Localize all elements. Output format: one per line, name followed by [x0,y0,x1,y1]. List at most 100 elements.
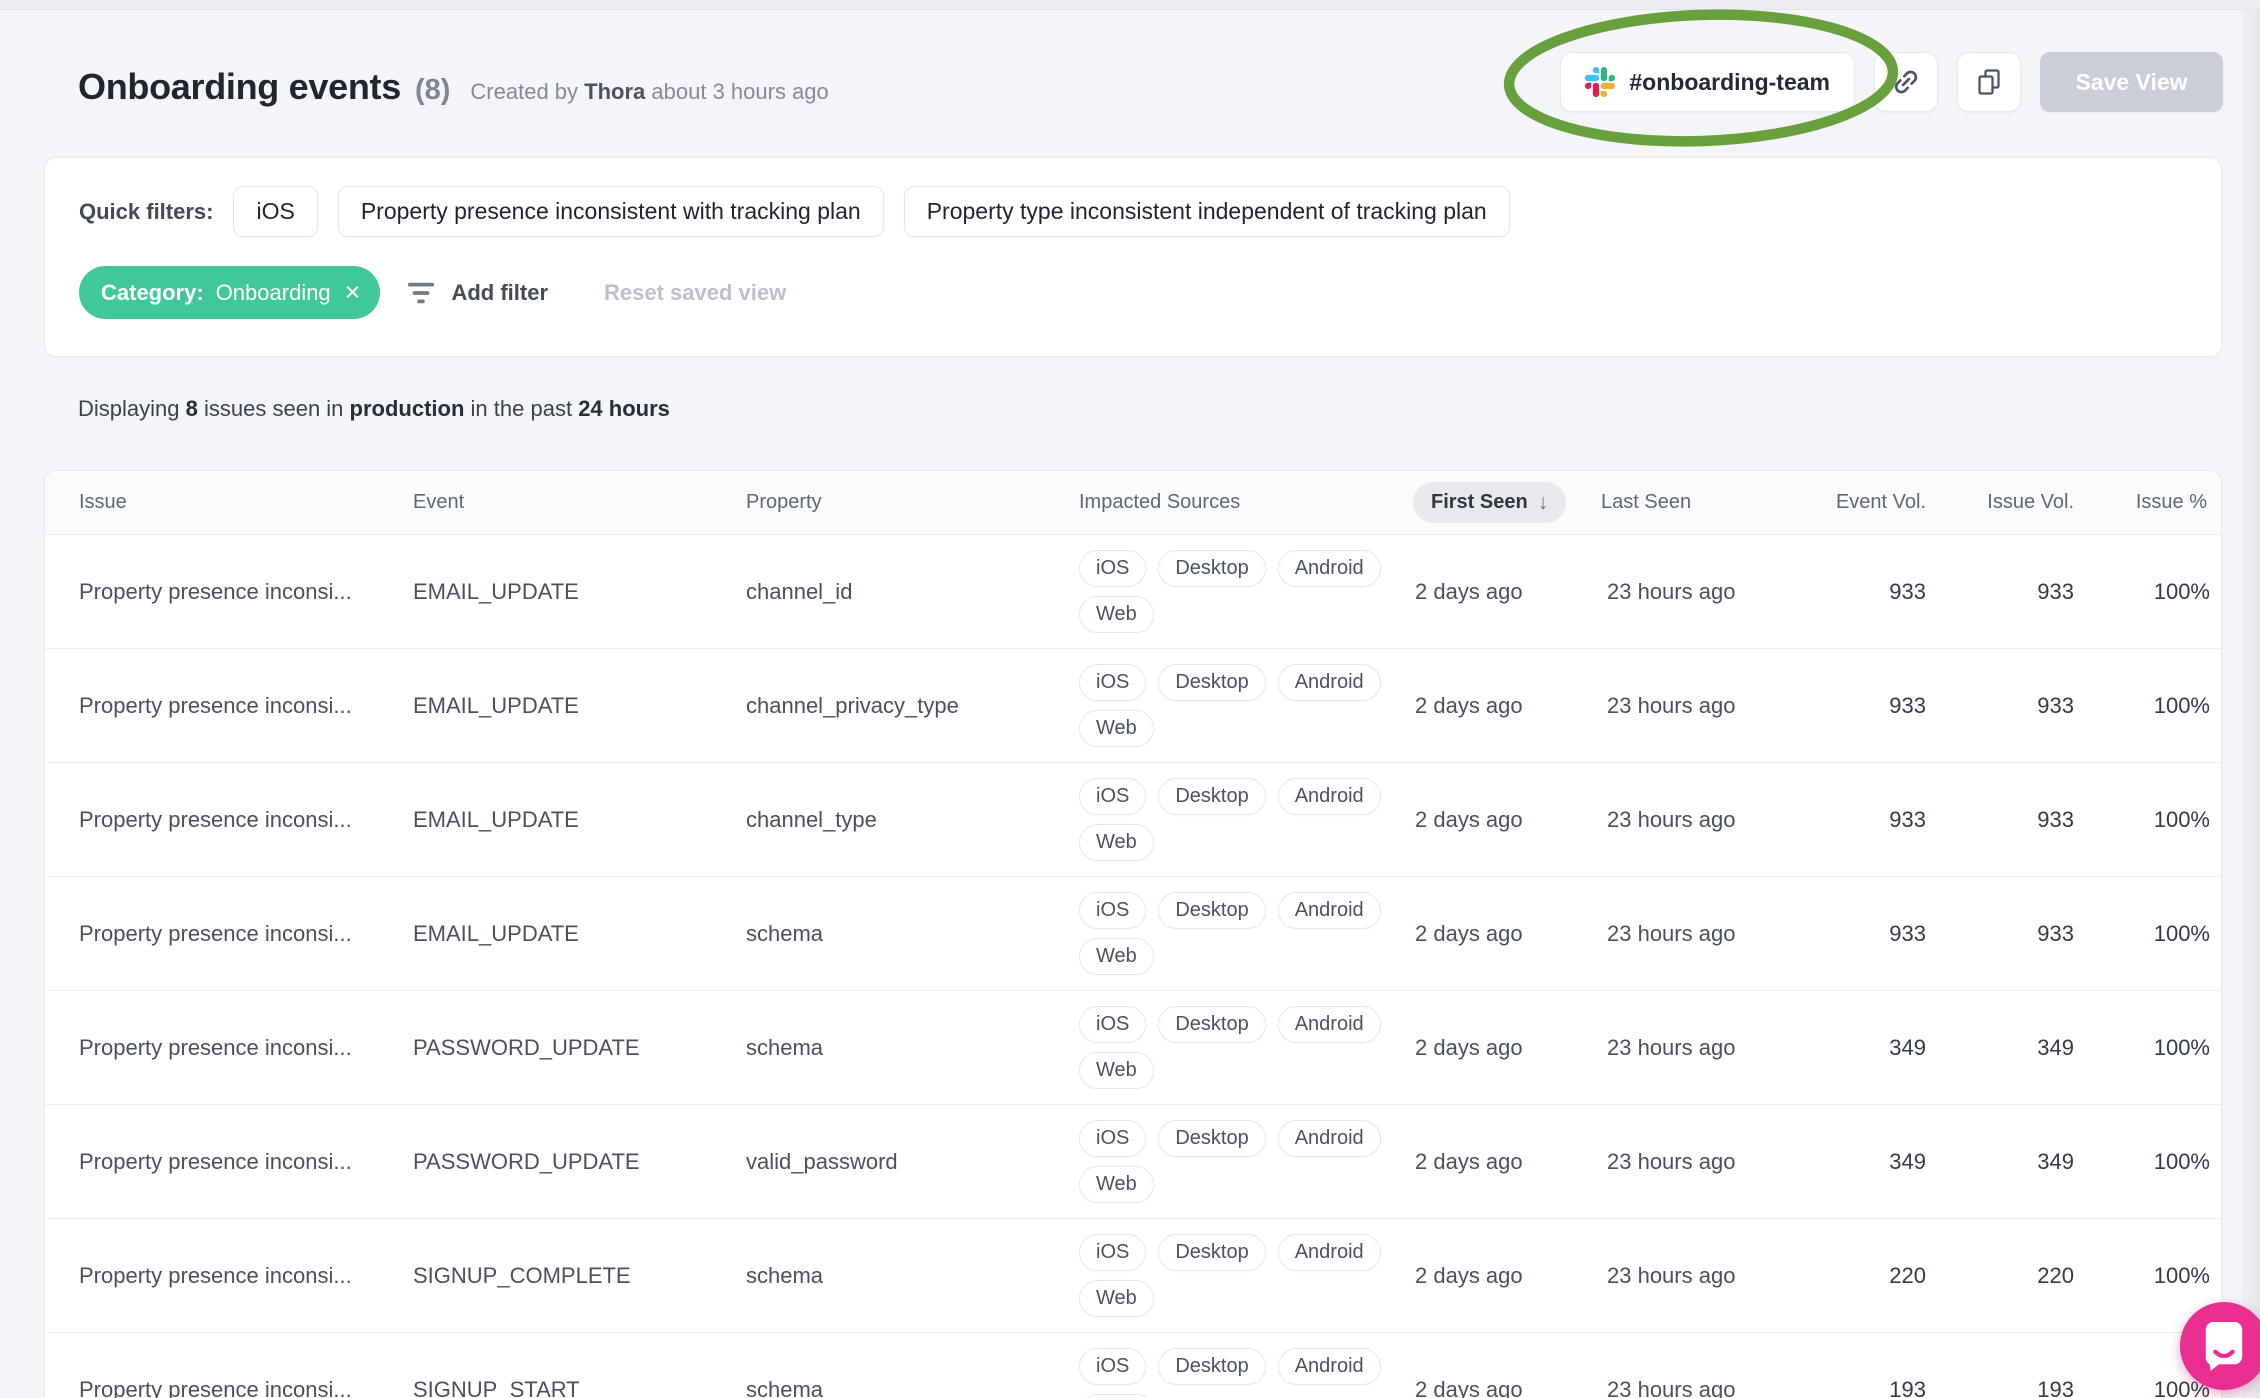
source-pill-web: Web [1079,938,1154,975]
column-header-first-seen: First Seen ↓ [1409,482,1601,523]
reset-saved-view-button[interactable]: Reset saved view [604,280,786,306]
table-header-row: Issue Event Property Impacted Sources Fi… [45,471,2221,535]
source-pill-android: Android [1277,664,1381,701]
sort-first-seen-button[interactable]: First Seen ↓ [1413,482,1567,523]
sort-descending-icon: ↓ [1537,491,1549,514]
filters-panel: Quick filters: iOS Property presence inc… [44,157,2222,357]
source-pill-web: Web [1079,824,1154,861]
impacted-sources-cell: iOS Desktop Android Web [1079,1006,1409,1089]
table-row[interactable]: Property presence inconsi... EMAIL_UPDATE… [45,649,2221,763]
event-volume-cell: 193 [1889,1376,1926,1398]
first-seen-cell: 2 days ago [1415,578,1523,604]
first-seen-cell: 2 days ago [1415,1262,1523,1288]
category-filter-chip[interactable]: Category: Onboarding × [79,266,381,319]
author-name: Thora [584,79,646,104]
column-header-issue-pct[interactable]: Issue % [2136,491,2220,514]
sources-line: Web [1079,1166,1154,1203]
slack-logo-icon [1585,67,1616,97]
issue-percent-cell: 100% [2153,692,2210,718]
source-pill-desktop: Desktop [1158,1348,1266,1385]
property-cell: channel_id [746,578,853,604]
issue-cell: Property presence inconsi... [79,920,352,946]
sources-line: iOS Desktop Android [1079,778,1381,815]
event-volume-cell: 933 [1889,692,1926,718]
duplicate-button[interactable] [1957,52,2021,112]
table-row[interactable]: Property presence inconsi... PASSWORD_UPD… [45,991,2221,1105]
source-pill-ios: iOS [1079,664,1147,701]
table-row[interactable]: Property presence inconsi... SIGNUP_COMPL… [45,1219,2221,1333]
source-pill-android: Android [1277,1120,1381,1157]
table-body: Property presence inconsi... EMAIL_UPDATE… [45,535,2221,1398]
source-pill-web: Web [1079,1166,1154,1203]
sources-line: Web [1079,1052,1154,1089]
source-pill-desktop: Desktop [1158,664,1266,701]
column-header-issue[interactable]: Issue [45,491,413,514]
source-pill-desktop: Desktop [1158,778,1266,815]
event-cell: EMAIL_UPDATE [413,806,579,832]
save-view-button[interactable]: Save View [2040,52,2223,112]
issue-cell: Property presence inconsi... [79,1262,352,1288]
event-volume-cell: 933 [1889,806,1926,832]
scrollbar-gutter[interactable] [2242,10,2260,1398]
source-pill-web: Web [1079,710,1154,747]
add-filter-button[interactable]: Add filter [406,279,548,307]
summary-environment: production [349,396,465,421]
column-header-last-seen[interactable]: Last Seen [1601,491,1791,514]
quick-filter-ios[interactable]: iOS [233,186,318,237]
slack-channel-button[interactable]: #onboarding-team [1560,52,1855,112]
quick-filter-property-presence[interactable]: Property presence inconsistent with trac… [337,186,884,237]
first-seen-cell: 2 days ago [1415,692,1523,718]
quick-filters-row: Quick filters: iOS Property presence inc… [79,186,1510,237]
column-header-event-vol[interactable]: Event Vol. [1836,491,1936,514]
issue-percent-cell: 100% [2153,578,2210,604]
issue-volume-cell: 933 [2037,578,2074,604]
sources-line: Web [1079,1394,1154,1398]
issue-percent-cell: 100% [2153,1148,2210,1174]
column-header-impacted-sources[interactable]: Impacted Sources [1079,491,1409,514]
active-filters-row: Category: Onboarding × Add filter Reset … [79,266,786,319]
property-cell: schema [746,920,824,946]
sources-line: Web [1079,596,1154,633]
property-cell: schema [746,1034,824,1060]
chat-bubble-icon [2201,1320,2247,1372]
source-pill-ios: iOS [1079,1006,1147,1043]
copy-link-button[interactable] [1874,52,1938,112]
source-pill-ios: iOS [1079,1120,1147,1157]
impacted-sources-cell: iOS Desktop Android Web [1079,664,1409,747]
filter-icon [406,279,436,307]
source-pill-ios: iOS [1079,778,1147,815]
add-filter-label: Add filter [451,279,549,305]
event-volume-cell: 933 [1889,920,1926,946]
quick-filter-property-type[interactable]: Property type inconsistent independent o… [903,186,1510,237]
impacted-sources-cell: iOS Desktop Android Web [1079,1348,1409,1398]
sources-line: iOS Desktop Android [1079,550,1381,587]
sources-line: iOS Desktop Android [1079,1120,1381,1157]
close-icon[interactable]: × [345,279,361,306]
table-row[interactable]: Property presence inconsi... EMAIL_UPDATE… [45,535,2221,649]
property-cell: channel_privacy_type [746,692,959,718]
table-row[interactable]: Property presence inconsi... EMAIL_UPDATE… [45,877,2221,991]
chat-launcher-button[interactable] [2180,1302,2260,1390]
source-pill-ios: iOS [1079,550,1147,587]
source-pill-android: Android [1277,892,1381,929]
source-pill-android: Android [1277,1234,1381,1271]
event-cell: SIGNUP_COMPLETE [413,1262,631,1288]
source-pill-desktop: Desktop [1158,1120,1266,1157]
event-volume-cell: 349 [1889,1034,1926,1060]
issue-volume-cell: 933 [2037,692,2074,718]
results-summary: Displaying 8 issues seen in production i… [78,396,670,421]
first-seen-cell: 2 days ago [1415,1034,1523,1060]
source-pill-desktop: Desktop [1158,892,1266,929]
issue-cell: Property presence inconsi... [79,692,352,718]
issue-volume-cell: 933 [2037,806,2074,832]
table-row[interactable]: Property presence inconsi... EMAIL_UPDATE… [45,763,2221,877]
link-icon [1892,68,1920,96]
issue-volume-cell: 193 [2037,1376,2074,1398]
table-row[interactable]: Property presence inconsi... PASSWORD_UPD… [45,1105,2221,1219]
table-row[interactable]: Property presence inconsi... SIGNUP_START… [45,1333,2221,1398]
column-header-property[interactable]: Property [746,491,1079,514]
column-header-issue-vol[interactable]: Issue Vol. [1987,491,2084,514]
sources-line: iOS Desktop Android [1079,1006,1381,1043]
issue-cell: Property presence inconsi... [79,1376,352,1398]
column-header-event[interactable]: Event [413,491,746,514]
